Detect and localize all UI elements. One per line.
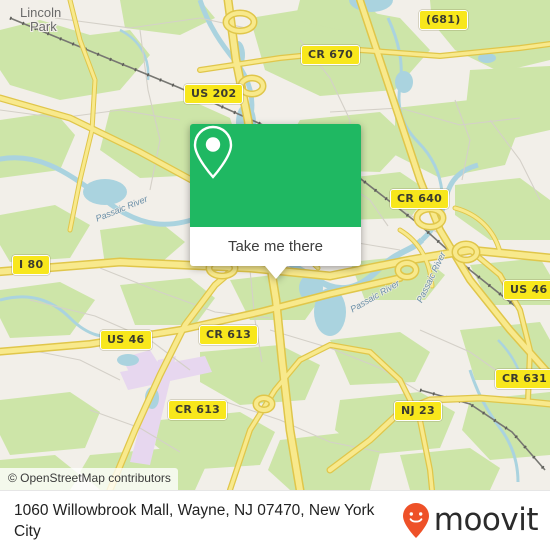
- shield-cr-670[interactable]: CR 670: [301, 45, 361, 65]
- shield-681[interactable]: (681): [419, 10, 468, 30]
- popup-tail-pointer: [264, 266, 287, 279]
- footer-bar: 1060 Willowbrook Mall, Wayne, NJ 07470, …: [0, 490, 550, 550]
- take-me-there-button[interactable]: Take me there: [190, 227, 361, 266]
- moovit-wordmark: moovit: [433, 502, 539, 538]
- moovit-smiley-pin-icon: [402, 502, 429, 538]
- map-pin-icon: [193, 125, 233, 179]
- shield-nj-23[interactable]: NJ 23: [394, 401, 442, 421]
- shield-cr-631[interactable]: CR 631: [495, 369, 550, 389]
- moovit-logo[interactable]: moovit: [401, 502, 539, 540]
- take-me-there-label: Take me there: [227, 238, 324, 255]
- shield-i-80[interactable]: I 80: [12, 255, 51, 275]
- shield-cr-640[interactable]: CR 640: [390, 189, 450, 209]
- osm-attribution[interactable]: © OpenStreetMap contributors: [0, 468, 178, 490]
- place-label-lincoln: Lincoln: [20, 5, 62, 20]
- osm-attribution-text: © OpenStreetMap contributors: [8, 471, 171, 485]
- place-label-park: Park: [30, 19, 57, 34]
- moovit-map-screenshot: Lincoln Park Passaic River Passaic River…: [0, 0, 550, 550]
- shield-us-46-east[interactable]: US 46: [503, 280, 550, 300]
- map-canvas[interactable]: Lincoln Park Passaic River Passaic River…: [0, 0, 550, 490]
- shield-us-202[interactable]: US 202: [184, 84, 244, 104]
- shield-us-46-west[interactable]: US 46: [100, 330, 152, 350]
- shield-cr-613-lower[interactable]: CR 613: [168, 400, 228, 420]
- location-popup[interactable]: Take me there: [190, 124, 361, 279]
- popup-header: [190, 124, 361, 227]
- address-text: 1060 Willowbrook Mall, Wayne, NJ 07470, …: [14, 501, 375, 540]
- shield-cr-613-upper[interactable]: CR 613: [199, 325, 259, 345]
